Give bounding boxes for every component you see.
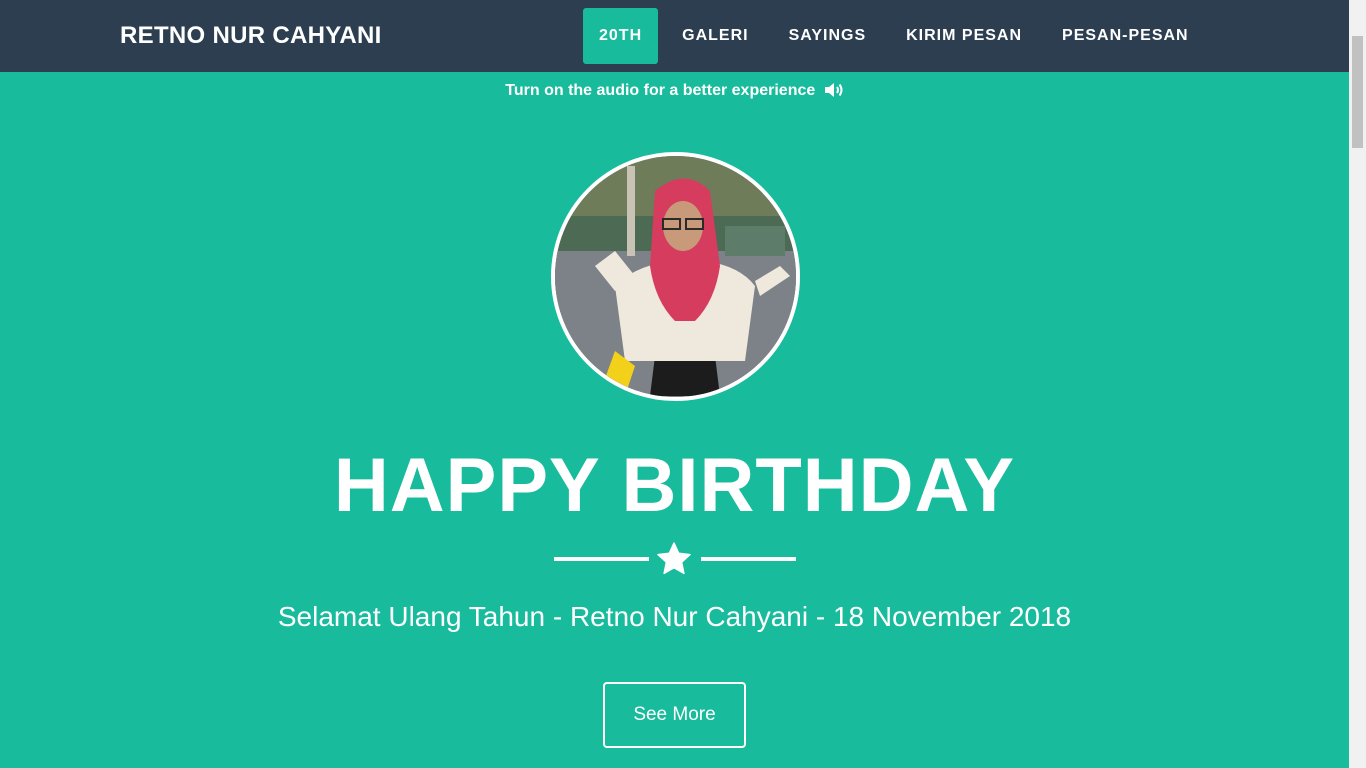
hero-subtitle: Selamat Ulang Tahun - Retno Nur Cahyani … <box>277 601 1072 632</box>
top-navbar: RETNO NUR CAHYANI 20TH GALERI SAYINGS KI… <box>0 0 1349 72</box>
scrollbar-thumb[interactable] <box>1352 36 1363 148</box>
nav-item-pesan-pesan[interactable]: PESAN-PESAN <box>1046 8 1205 64</box>
star-icon <box>657 542 691 575</box>
nav-item-galeri[interactable]: GALERI <box>666 8 764 64</box>
divider-line-left <box>554 557 649 561</box>
profile-photo <box>555 156 796 397</box>
nav-menu: 20TH GALERI SAYINGS KIRIM PESAN PESAN-PE… <box>583 8 1213 64</box>
nav-item-sayings[interactable]: SAYINGS <box>773 8 883 64</box>
profile-avatar <box>551 152 800 401</box>
hero-title: HAPPY BIRTHDAY <box>333 443 1016 528</box>
divider-line-right <box>701 557 796 561</box>
audio-note-text: Turn on the audio for a better experienc… <box>505 82 816 99</box>
site-brand-link[interactable]: RETNO NUR CAHYANI <box>120 0 382 72</box>
audio-note: Turn on the audio for a better experienc… <box>0 80 1349 102</box>
star-divider <box>554 540 796 580</box>
nav-item-kirim-pesan[interactable]: KIRIM PESAN <box>890 8 1038 64</box>
page-scrollbar[interactable] <box>1349 0 1366 768</box>
see-more-button[interactable]: See More <box>603 682 746 748</box>
volume-up-icon <box>824 83 843 97</box>
nav-item-20th[interactable]: 20TH <box>583 8 659 64</box>
